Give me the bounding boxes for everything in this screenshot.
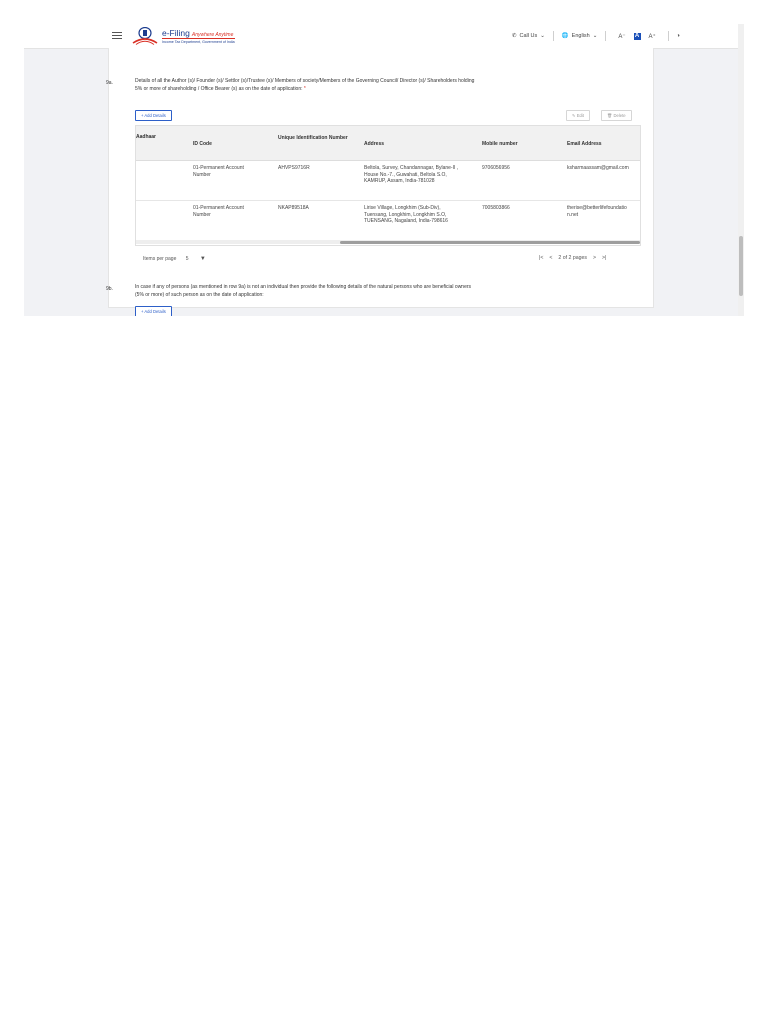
question-number-9b: 9b. (106, 286, 113, 292)
persons-table: Aadhaar ID Code Unique Identification Nu… (135, 125, 641, 246)
font-normal-button[interactable]: A (633, 32, 641, 40)
add-details-button-9a[interactable]: + Add Details (135, 110, 172, 121)
pencil-icon: ✎ (572, 113, 576, 118)
delete-label: Delete (613, 113, 626, 118)
page-viewport: e-Filing Anywhere Anytime Income Tax Depa… (24, 24, 740, 316)
cell-address: Beltola, Survey, Chandannagar, Bylane-II… (364, 165, 459, 185)
divider (605, 31, 607, 41)
items-per-page-value: 5 (185, 256, 189, 262)
column-header-id-code: ID Code (193, 141, 212, 147)
cell-address: Lirise Village, Longkhim (Sub-Div), Tuen… (364, 205, 448, 225)
table-row[interactable]: 01-Permanent Account Number AHVPS9716R B… (136, 160, 640, 201)
globe-icon: 🌐 (561, 33, 569, 39)
items-per-page-label: Items per page (143, 256, 177, 262)
items-per-page: Items per page 5 ▼ (143, 256, 206, 262)
top-header: e-Filing Anywhere Anytime Income Tax Depa… (24, 24, 740, 49)
cell-id-code: 01-Permanent Account Number (193, 205, 244, 218)
divider (667, 31, 669, 41)
column-header-email: Email Address (567, 141, 602, 147)
pagination-controls: |< < 2 of 2 pages > >| (539, 255, 606, 261)
call-us-menu[interactable]: ✆ Call Us ⌄ (512, 33, 545, 39)
chevron-down-icon: ⌄ (592, 33, 598, 39)
column-header-mobile: Mobile number (482, 141, 518, 147)
cell-email: therise@betterlifefoundation.net (567, 205, 627, 218)
column-header-uin: Unique Identification Number (278, 135, 348, 141)
table-row[interactable]: 01-Permanent Account Number NKAP89518A L… (136, 200, 640, 240)
question-number-9a: 9a. (106, 80, 113, 86)
required-mark: * (303, 85, 306, 92)
question-text-9a: Details of all the Author (s)/ Founder (… (135, 78, 475, 94)
scrollbar-thumb[interactable] (739, 236, 743, 296)
cell-mobile: 7005803866 (482, 205, 510, 211)
column-header-aadhaar: Aadhaar (136, 134, 157, 140)
language-selector[interactable]: 🌐 English ⌄ (562, 33, 598, 39)
cell-id-code: 01-Permanent Account Number (193, 165, 244, 178)
table-horizontal-scrollbar[interactable] (136, 240, 640, 244)
divider (552, 31, 554, 41)
cell-email: ksharmaassam@gmail.com (567, 165, 629, 171)
header-toolbar: ✆ Call Us ⌄ 🌐 English ⌄ A⁻ A A⁺ ◑ (512, 24, 680, 48)
logo-subtitle: Income Tax Department, Government of Ind… (162, 38, 235, 44)
phone-icon: ✆ (511, 33, 517, 39)
font-decrease-button[interactable]: A⁻ (618, 33, 625, 40)
cell-uin: NKAP89518A (278, 205, 309, 211)
edit-button[interactable]: ✎ Edit (566, 110, 590, 121)
font-increase-button[interactable]: A⁺ (649, 33, 656, 40)
page-status: 2 of 2 pages (558, 255, 587, 261)
items-per-page-select[interactable]: 5 ▼ (186, 256, 206, 262)
emblem-icon (132, 27, 158, 45)
cell-uin: AHVPS9716R (278, 165, 310, 171)
hamburger-menu-icon[interactable] (112, 32, 122, 39)
next-page-button[interactable]: > (593, 255, 596, 261)
contrast-icon[interactable]: ◑ (677, 33, 680, 39)
trash-icon: 🗑 (607, 113, 613, 118)
previous-page-button[interactable]: < (549, 255, 552, 261)
first-page-button[interactable]: |< (539, 255, 543, 261)
scrollbar-thumb[interactable] (340, 240, 640, 244)
call-us-label: Call Us (519, 33, 538, 39)
form-card: 9a. Details of all the Author (s)/ Found… (106, 48, 654, 316)
table-header: Aadhaar ID Code Unique Identification Nu… (136, 126, 640, 161)
edit-label: Edit (576, 113, 584, 118)
last-page-button[interactable]: >| (602, 255, 606, 261)
add-details-button-9b[interactable]: + Add Details (135, 306, 172, 316)
cell-mobile: 9706056956 (482, 165, 510, 171)
chevron-down-icon: ⌄ (540, 33, 545, 39)
logo-title: e-Filing Anywhere Anytime (162, 28, 234, 38)
delete-button[interactable]: 🗑 Delete (601, 110, 632, 121)
question-text-9b: In case if any of persons (as mentioned … (135, 284, 472, 298)
column-header-address: Address (364, 141, 385, 147)
language-label: English (571, 33, 590, 39)
page-scrollbar[interactable] (738, 24, 744, 316)
caret-down-icon: ▼ (199, 256, 206, 262)
